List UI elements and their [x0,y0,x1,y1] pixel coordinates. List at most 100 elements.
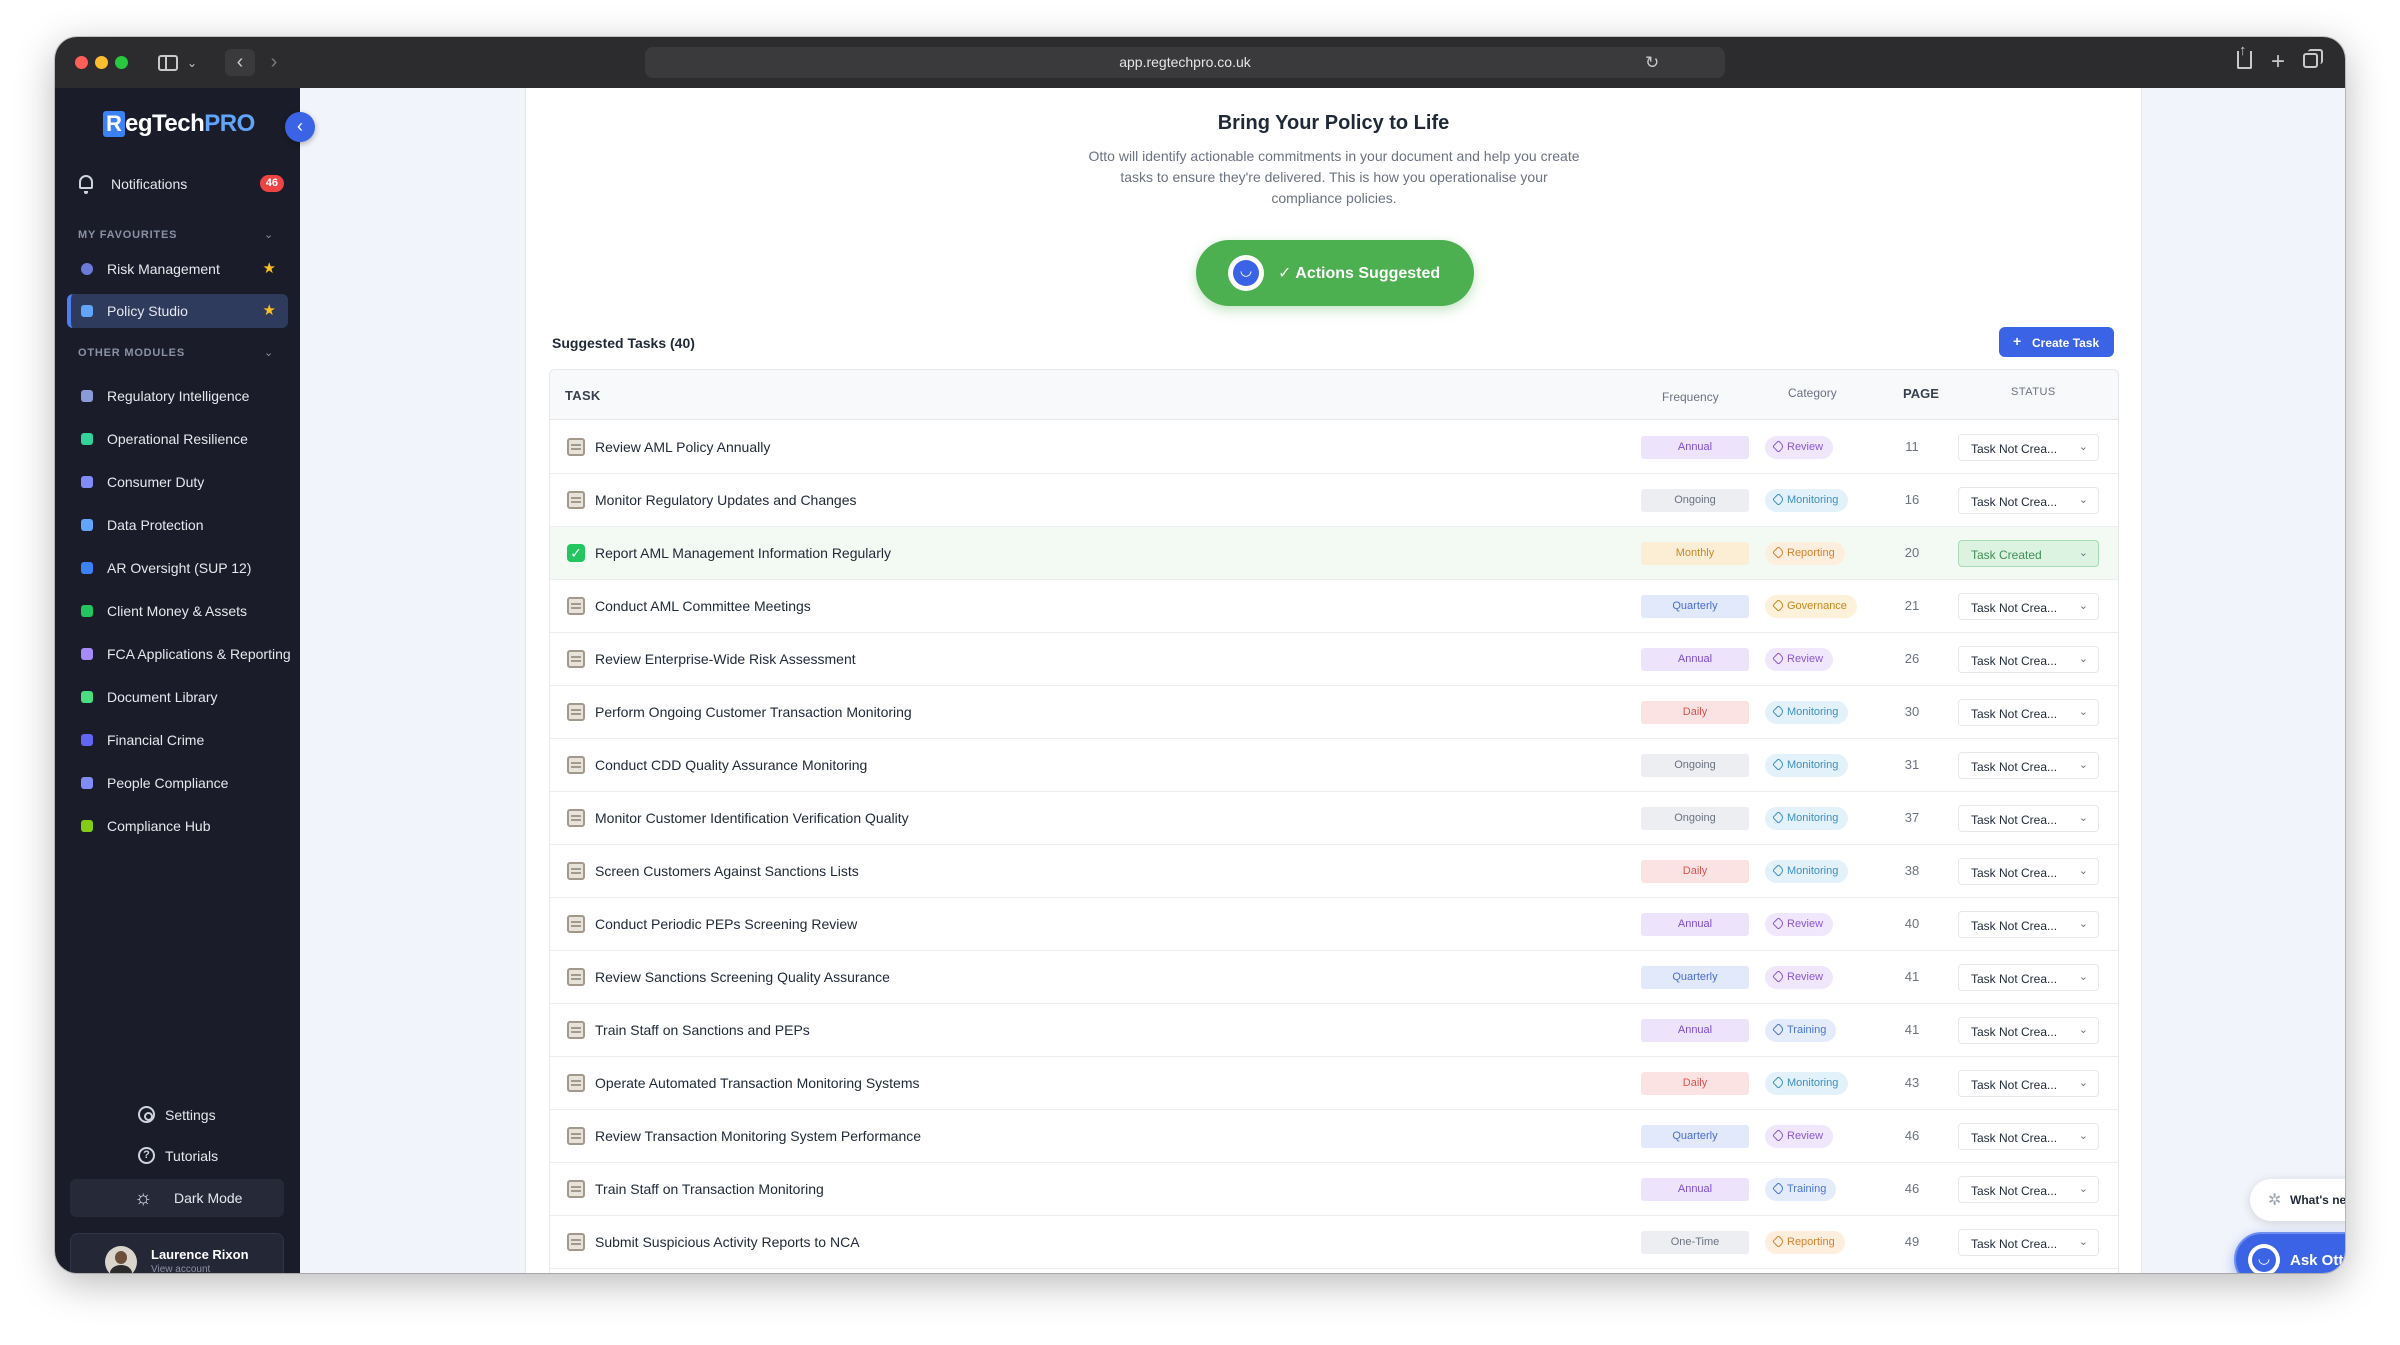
sidebar-item-policy-studio[interactable]: Policy Studio ★ [67,294,288,328]
table-row[interactable]: Submit Suspicious Activity Reports to NC… [550,1216,2118,1269]
sidebar-item-fca-applications-reporting[interactable]: FCA Applications & Reporting [67,637,291,671]
share-icon[interactable] [2237,42,2252,69]
reload-icon[interactable]: ↻ [1645,53,1659,73]
status-dropdown[interactable]: Task Not Crea... ⌄ [1958,699,2099,726]
status-dropdown[interactable]: Task Not Crea... ⌄ [1958,487,2099,514]
task-checkbox[interactable] [567,703,585,721]
table-row[interactable]: Conduct Periodic PEPs Screening Review An… [550,898,2118,951]
sidebar-item-financial-crime[interactable]: Financial Crime [67,723,288,757]
chevron-down-icon[interactable]: ⌄ [264,228,273,241]
task-name[interactable]: Report AML Management Information Regula… [595,545,891,561]
status-dropdown[interactable]: Task Not Crea... ⌄ [1958,911,2099,938]
status-dropdown[interactable]: Task Not Crea... ⌄ [1958,1070,2099,1097]
user-account-card[interactable]: Laurence Rixon View account [70,1233,284,1273]
table-row[interactable]: Conduct CDD Quality Assurance Monitoring… [550,739,2118,792]
sidebar-item-ar-oversight-sup-12[interactable]: AR Oversight (SUP 12) [67,551,288,585]
address-bar[interactable]: app.regtechpro.co.uk [645,47,1725,78]
table-row[interactable]: Review AML Policy Annually Annual Review 11… [550,421,2118,474]
settings-item[interactable]: Settings [55,1099,300,1131]
view-account-link[interactable]: View account [151,1264,210,1273]
table-row[interactable]: Monitor Regulatory Updates and Changes On… [550,474,2118,527]
task-name[interactable]: Screen Customers Against Sanctions Lists [595,863,859,879]
task-name[interactable]: Review Sanctions Screening Quality Assur… [595,969,890,985]
sidebar-item-compliance-hub[interactable]: Compliance Hub [67,809,288,843]
task-checkbox[interactable] [567,915,585,933]
status-dropdown[interactable]: Task Not Crea... ⌄ [1958,646,2099,673]
whats-new-button[interactable]: ✲ What's new [2250,1179,2345,1221]
tutorials-item[interactable]: ? Tutorials [55,1140,300,1172]
actions-suggested-button[interactable]: ✓ Actions Suggested [1196,240,1474,306]
back-button[interactable]: ‹ [225,49,255,76]
task-name[interactable]: Submit Suspicious Activity Reports to NC… [595,1234,860,1250]
task-checkbox[interactable] [567,809,585,827]
star-icon[interactable]: ★ [263,259,276,277]
create-task-button[interactable]: + Create Task [1999,327,2114,357]
table-row[interactable]: Report AML Management Information Regula… [550,527,2118,580]
forward-button[interactable]: › [259,49,289,76]
task-checkbox[interactable] [567,1021,585,1039]
dark-mode-button[interactable]: ☼ Dark Mode [70,1179,284,1217]
table-row[interactable]: Conduct AML Committee Meetings Quarterly G… [550,580,2118,633]
task-name[interactable]: Train Staff on Sanctions and PEPs [595,1022,810,1038]
task-checkbox[interactable] [567,597,585,615]
sidebar-item-consumer-duty[interactable]: Consumer Duty [67,465,288,499]
task-name[interactable]: Conduct AML Committee Meetings [595,598,811,614]
browser-sidebar-icon[interactable] [158,55,178,71]
notifications-item[interactable]: Notifications 46 [69,166,284,202]
task-checkbox[interactable] [567,650,585,668]
sidebar-item-risk-management[interactable]: Risk Management ★ [67,252,288,286]
task-checkbox[interactable] [567,1180,585,1198]
task-checkbox[interactable] [567,862,585,880]
status-dropdown[interactable]: Task Not Crea... ⌄ [1958,858,2099,885]
sidebar-item-operational-resilience[interactable]: Operational Resilience [67,422,288,456]
task-checkbox[interactable] [567,756,585,774]
task-name[interactable]: Monitor Customer Identification Verifica… [595,810,909,826]
chevron-down-icon[interactable]: ⌄ [264,346,273,359]
new-tab-icon[interactable]: + [2271,48,2285,76]
task-checkbox[interactable] [567,1233,585,1251]
task-checkbox[interactable] [567,968,585,986]
status-dropdown[interactable]: Task Created ⌄ [1958,540,2099,567]
close-window-button[interactable] [75,56,88,69]
sidebar-item-data-protection[interactable]: Data Protection [67,508,288,542]
task-name[interactable]: Perform Ongoing Customer Transaction Mon… [595,704,912,720]
task-checkbox[interactable] [567,438,585,456]
status-dropdown[interactable]: Task Not Crea... ⌄ [1958,1229,2099,1256]
status-dropdown[interactable]: Task Not Crea... ⌄ [1958,1017,2099,1044]
table-row[interactable]: Train Staff on Sanctions and PEPs Annual T… [550,1004,2118,1057]
table-row[interactable]: Monitor Customer Identification Verifica… [550,792,2118,845]
zoom-window-button[interactable] [115,56,128,69]
task-name[interactable]: Operate Automated Transaction Monitoring… [595,1075,920,1091]
table-row[interactable]: Review Enterprise-Wide Risk Assessment An… [550,633,2118,686]
table-row[interactable]: Perform Ongoing Customer Transaction Mon… [550,686,2118,739]
ask-otto-button[interactable]: Ask Otto [2234,1232,2345,1273]
star-icon[interactable]: ★ [263,301,276,319]
chevron-down-icon[interactable]: ⌄ [187,54,197,72]
task-checkbox[interactable] [567,1127,585,1145]
task-name[interactable]: Train Staff on Transaction Monitoring [595,1181,824,1197]
task-name[interactable]: Review Enterprise-Wide Risk Assessment [595,651,856,667]
task-name[interactable]: Conduct Periodic PEPs Screening Review [595,916,857,932]
checked-checkbox[interactable] [567,544,585,562]
table-row[interactable]: Review Transaction Monitoring System Per… [550,1110,2118,1163]
minimize-window-button[interactable] [95,56,108,69]
status-dropdown[interactable]: Task Not Crea... ⌄ [1958,593,2099,620]
status-dropdown[interactable]: Task Not Crea... ⌄ [1958,1123,2099,1150]
table-row[interactable]: Operate Automated Transaction Monitoring… [550,1057,2118,1110]
task-name[interactable]: Review AML Policy Annually [595,439,770,455]
task-name[interactable]: Review Transaction Monitoring System Per… [595,1128,921,1144]
status-dropdown[interactable]: Task Not Crea... ⌄ [1958,805,2099,832]
task-checkbox[interactable] [567,491,585,509]
task-checkbox[interactable] [567,1074,585,1092]
table-row[interactable]: Screen Customers Against Sanctions Lists… [550,845,2118,898]
collapse-sidebar-button[interactable]: ‹ [285,112,315,142]
tab-overview-icon[interactable] [2303,49,2323,68]
sidebar-item-people-compliance[interactable]: People Compliance [67,766,288,800]
sidebar-item-regulatory-intelligence[interactable]: Regulatory Intelligence [67,379,288,413]
status-dropdown[interactable]: Task Not Crea... ⌄ [1958,1176,2099,1203]
status-dropdown[interactable]: Task Not Crea... ⌄ [1958,752,2099,779]
status-dropdown[interactable]: Task Not Crea... ⌄ [1958,964,2099,991]
table-row[interactable]: Review Sanctions Screening Quality Assur… [550,951,2118,1004]
task-name[interactable]: Monitor Regulatory Updates and Changes [595,492,857,508]
task-name[interactable]: Conduct CDD Quality Assurance Monitoring [595,757,867,773]
